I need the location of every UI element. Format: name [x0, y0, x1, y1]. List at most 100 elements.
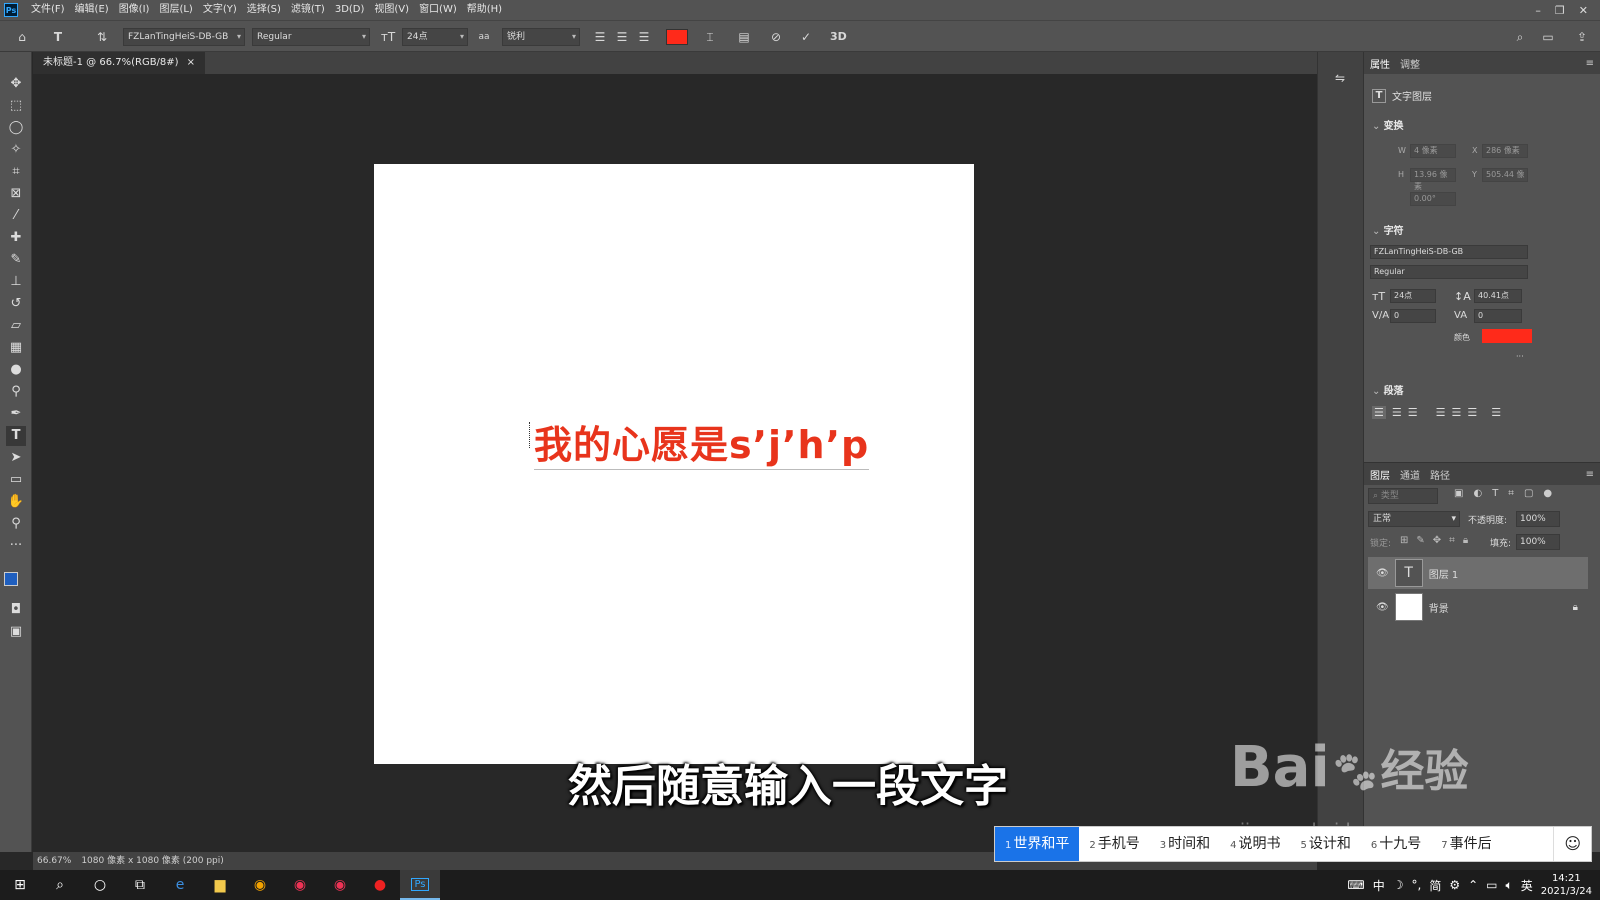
opacity-field[interactable]: 100%: [1516, 511, 1560, 527]
align-left-icon[interactable]: ☰: [592, 29, 608, 45]
transform-section-header[interactable]: 变换: [1372, 117, 1404, 132]
menu-view[interactable]: 视图(V): [369, 0, 414, 20]
menu-filter[interactable]: 滤镜(T): [286, 0, 330, 20]
warp-text-icon[interactable]: ⌶: [702, 29, 718, 45]
close-tab-icon[interactable]: ×: [187, 52, 195, 74]
align-center-icon[interactable]: ☰: [614, 29, 630, 45]
leading-field[interactable]: 40.41点: [1474, 289, 1522, 303]
filter-pixel-icon[interactable]: ▣: [1454, 488, 1463, 499]
foreground-color-swatch[interactable]: [4, 572, 18, 586]
minimize-icon[interactable]: –: [1535, 4, 1541, 17]
para-align-right-icon[interactable]: ☰: [1408, 406, 1418, 419]
x-field[interactable]: 286 像素: [1482, 144, 1528, 158]
stamp-tool-icon[interactable]: ⊥: [6, 272, 26, 292]
search-icon[interactable]: ⌕: [40, 870, 80, 900]
visibility-eye-icon[interactable]: 👁︎: [1376, 568, 1389, 579]
gradient-tool-icon[interactable]: ▦: [6, 338, 26, 358]
history-brush-tool-icon[interactable]: ↺: [6, 294, 26, 314]
system-clock[interactable]: 14:21 2021/3/24: [1541, 872, 1592, 898]
tab-layers[interactable]: 图层: [1370, 467, 1390, 482]
pen-tool-icon[interactable]: ✒: [6, 404, 26, 424]
marquee-tool-icon[interactable]: ⬚: [6, 96, 26, 116]
share-icon[interactable]: ⇪: [1574, 29, 1590, 45]
filter-smart-icon[interactable]: ▢: [1524, 488, 1533, 499]
more-tools-icon[interactable]: ···: [6, 536, 26, 556]
home-icon[interactable]: ⌂: [14, 29, 30, 45]
character-color-swatch[interactable]: [1482, 329, 1532, 343]
history-panel-icon[interactable]: ⇋: [1332, 70, 1348, 86]
chrome-browser-icon[interactable]: ◉: [240, 870, 280, 900]
font-size-select[interactable]: 24点 ▾: [402, 28, 468, 46]
eyedropper-tool-icon[interactable]: ⁄: [6, 206, 26, 226]
justify-right-icon[interactable]: ☰: [1467, 406, 1477, 419]
ime-moon-icon[interactable]: ☽: [1393, 878, 1404, 892]
menu-window[interactable]: 窗口(W): [414, 0, 462, 20]
menu-layer[interactable]: 图层(L): [154, 0, 197, 20]
text-layer-content[interactable]: 我的心愿是s’j’h’p: [534, 414, 870, 470]
filter-adjustment-icon[interactable]: ◐: [1473, 488, 1482, 499]
cortana-icon[interactable]: ○: [80, 870, 120, 900]
volume-icon[interactable]: 🔈︎: [1506, 878, 1513, 893]
lock-artboard-icon[interactable]: ⌗: [1449, 535, 1455, 546]
menu-help[interactable]: 帮助(H): [462, 0, 507, 20]
menu-image[interactable]: 图像(I): [114, 0, 155, 20]
lock-image-icon[interactable]: ✎: [1416, 535, 1424, 546]
justify-center-icon[interactable]: ☰: [1452, 406, 1462, 419]
character-panel-icon[interactable]: ▤: [736, 29, 752, 45]
justify-left-icon[interactable]: ☰: [1436, 406, 1446, 419]
character-size-field[interactable]: 24点: [1390, 289, 1436, 303]
justify-all-icon[interactable]: ☰: [1491, 406, 1501, 419]
tray-expand-icon[interactable]: ⌃: [1468, 878, 1478, 892]
blur-tool-icon[interactable]: ●: [6, 360, 26, 380]
lasso-tool-icon[interactable]: ◯: [6, 118, 26, 138]
character-section-header[interactable]: 字符: [1372, 222, 1404, 237]
zoom-tool-icon[interactable]: ⚲: [6, 514, 26, 534]
menu-3d[interactable]: 3D(D): [330, 0, 370, 20]
screen-mode-icon[interactable]: ▣: [6, 622, 26, 642]
ime-candidate[interactable]: 3 时间和: [1150, 827, 1220, 861]
ime-candidate[interactable]: 6 十九号: [1361, 827, 1431, 861]
blend-mode-select[interactable]: 正常 ▾: [1368, 511, 1460, 527]
3d-button[interactable]: 3D: [830, 29, 847, 45]
para-align-left-icon[interactable]: ☰: [1372, 406, 1386, 419]
ime-punctuation-icon[interactable]: °,: [1411, 878, 1421, 892]
ime-simplified[interactable]: 简: [1429, 877, 1441, 894]
ime-settings-icon[interactable]: ⚙: [1449, 878, 1460, 892]
lock-transparent-icon[interactable]: ⊞: [1400, 535, 1408, 546]
text-orientation-icon[interactable]: ⇅: [94, 29, 110, 45]
magic-wand-tool-icon[interactable]: ✧: [6, 140, 26, 160]
visibility-eye-icon[interactable]: 👁︎: [1376, 602, 1389, 613]
panel-menu-icon[interactable]: ≡: [1586, 469, 1600, 480]
screen-recorder-icon[interactable]: ●: [360, 870, 400, 900]
menu-select[interactable]: 选择(S): [242, 0, 286, 20]
menu-edit[interactable]: 编辑(E): [70, 0, 114, 20]
panel-menu-icon[interactable]: ≡: [1586, 58, 1600, 69]
restore-icon[interactable]: ❐: [1555, 4, 1565, 17]
dodge-tool-icon[interactable]: ⚲: [6, 382, 26, 402]
move-tool-icon[interactable]: ✥: [6, 74, 26, 94]
document-canvas[interactable]: 我的心愿是s’j’h’p: [374, 164, 974, 764]
photoshop-taskbar-icon[interactable]: Ps: [400, 870, 440, 900]
tab-properties[interactable]: 属性: [1370, 56, 1390, 71]
eraser-tool-icon[interactable]: ▱: [6, 316, 26, 336]
ime-candidate[interactable]: 2 手机号: [1079, 827, 1149, 861]
type-tool-icon[interactable]: T: [6, 426, 26, 446]
document-info[interactable]: 1080 像素 x 1080 像素 (200 ppi): [81, 852, 223, 870]
frame-tool-icon[interactable]: ⊠: [6, 184, 26, 204]
lock-position-icon[interactable]: ✥: [1433, 535, 1441, 546]
para-align-center-icon[interactable]: ☰: [1392, 406, 1402, 419]
character-font-select[interactable]: FZLanTingHeiS-DB-GB: [1370, 245, 1528, 259]
emoji-icon[interactable]: ☺: [1553, 827, 1591, 861]
path-selection-tool-icon[interactable]: ➤: [6, 448, 26, 468]
workspace-icon[interactable]: ▭: [1540, 29, 1556, 45]
ime-candidate[interactable]: 5 设计和: [1291, 827, 1361, 861]
tab-adjustments[interactable]: 调整: [1400, 56, 1420, 71]
ime-candidate[interactable]: 1 世界和平: [995, 827, 1080, 861]
commit-check-icon[interactable]: ✓: [798, 29, 814, 45]
healing-brush-tool-icon[interactable]: ✚: [6, 228, 26, 248]
filter-toggle-icon[interactable]: ●: [1543, 488, 1552, 499]
ime-candidate[interactable]: 4 说明书: [1220, 827, 1290, 861]
tracking-field[interactable]: 0: [1474, 309, 1522, 323]
windows-start-icon[interactable]: ⊞: [0, 870, 40, 900]
layer-filter-select[interactable]: ⌕ 类型: [1368, 488, 1438, 504]
